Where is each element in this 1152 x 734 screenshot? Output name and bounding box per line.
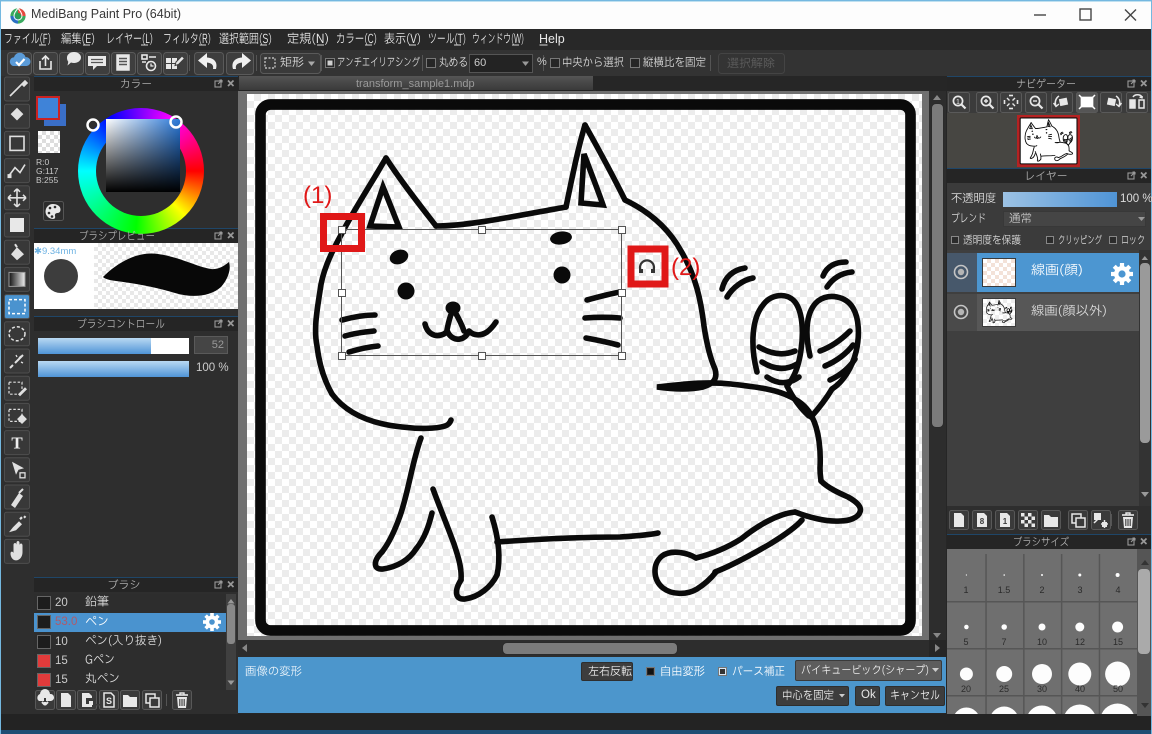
svg-text:S: S	[106, 696, 112, 706]
svg-text:8: 8	[980, 517, 985, 526]
svg-text:1: 1	[956, 99, 960, 106]
svg-text:T: T	[11, 434, 23, 453]
svg-text:1: 1	[1003, 517, 1008, 526]
